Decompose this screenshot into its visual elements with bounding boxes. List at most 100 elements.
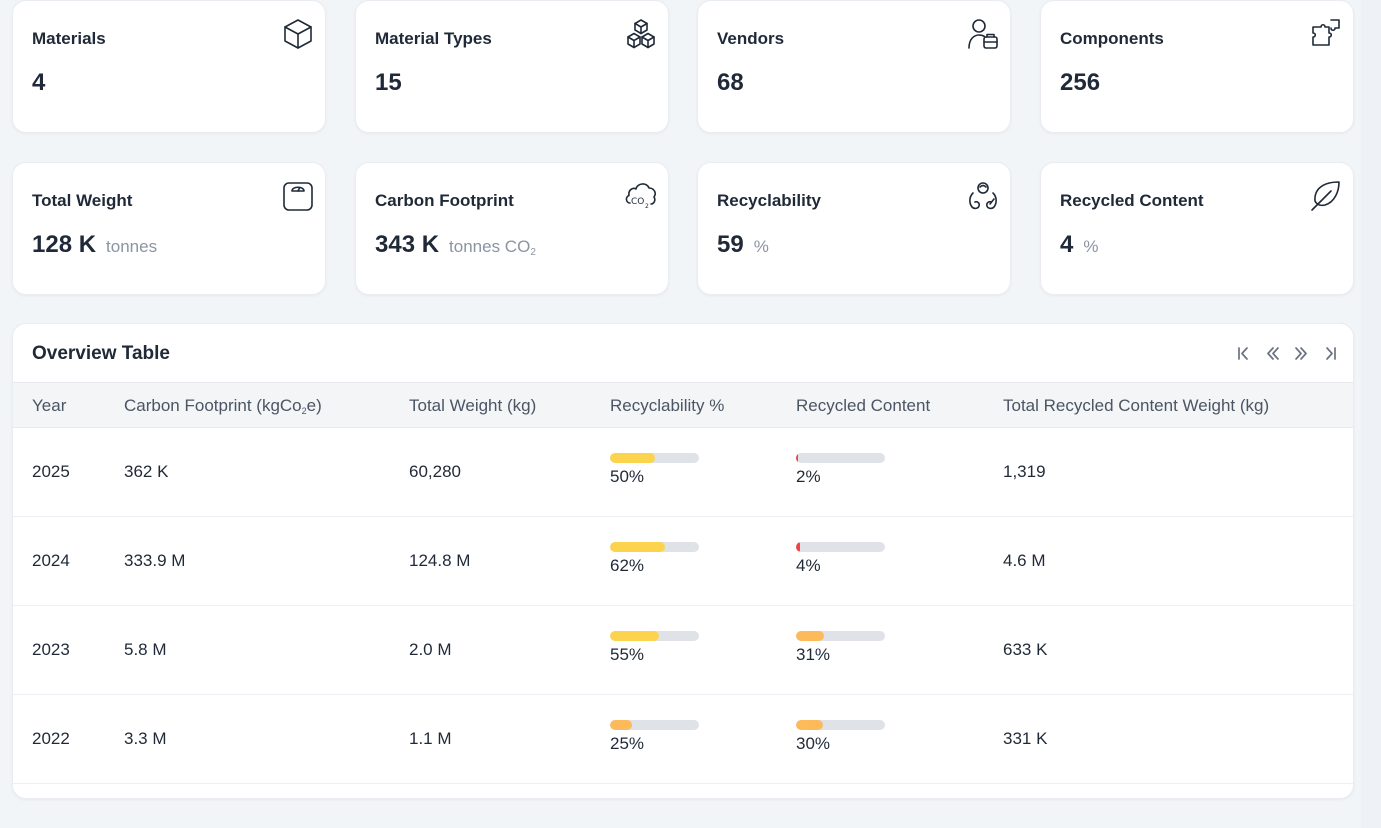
header-recycled-content[interactable]: Recycled Content (796, 396, 930, 416)
stat-value: 4 (1060, 231, 1074, 258)
cell-recycled-content: 31% (796, 631, 885, 665)
table-title: Overview Table (32, 343, 170, 364)
header-recyclability[interactable]: Recyclability % (610, 396, 724, 416)
progress-bar (796, 453, 885, 463)
progress-fill (796, 542, 800, 552)
vendor-icon (966, 17, 1000, 51)
stat-card-materials: Materials 4 (12, 0, 326, 133)
cell-recyclability: 25% (610, 720, 699, 754)
cell-carbon-footprint: 362 K (124, 462, 169, 481)
first-page-icon[interactable] (1233, 343, 1254, 364)
cell-carbon-footprint: 3.3 M (124, 729, 167, 748)
cell-recycled-weight: 633 K (1003, 640, 1048, 659)
progress-bar (610, 542, 699, 552)
cell-recyclability: 62% (610, 542, 699, 576)
cell-recycled-weight: 4.6 M (1003, 551, 1046, 570)
stat-card-vendors: Vendors 68 (697, 0, 1011, 133)
table-header: Year Carbon Footprint (kgCo2e) Total Wei… (13, 382, 1353, 428)
progress-fill (610, 542, 666, 552)
scale-icon (281, 179, 315, 213)
co2-cloud-icon: CO 2 (624, 179, 658, 213)
progress-bar (610, 720, 699, 730)
stat-card-total-weight: Total Weight 128 K tonnes (12, 162, 326, 295)
progress-label: 50% (610, 467, 645, 486)
table-row[interactable]: 2025 362 K 60,280 1,319 50% 2% (13, 428, 1353, 517)
stat-card-components: Components 256 (1040, 0, 1354, 133)
progress-bar (796, 631, 885, 641)
progress-label: 25% (610, 734, 645, 753)
progress-fill (610, 631, 659, 641)
pagination (1233, 343, 1341, 364)
svg-text:CO: CO (631, 197, 644, 207)
stat-value: 68 (717, 69, 744, 96)
stat-unit: % (1083, 237, 1099, 256)
overview-table: Overview Table Year Carbon Footprint (kg… (12, 323, 1354, 799)
stat-unit: % (753, 237, 769, 256)
cell-year: 2022 (32, 729, 70, 748)
header-year[interactable]: Year (32, 396, 66, 416)
recycle-hands-icon (966, 179, 1000, 213)
cell-carbon-footprint: 333.9 M (124, 551, 186, 570)
page-edge (1361, 0, 1381, 828)
stat-value: 15 (375, 69, 402, 96)
stat-value: 4 (32, 69, 46, 96)
svg-text:2: 2 (645, 203, 649, 210)
cell-year: 2023 (32, 640, 70, 659)
stat-card-recycled-content: Recycled Content 4 % (1040, 162, 1354, 295)
cell-recycled-weight: 1,319 (1003, 462, 1046, 481)
cell-carbon-footprint: 5.8 M (124, 640, 167, 659)
stat-unit: tonnes (106, 237, 158, 256)
cell-recycled-content: 2% (796, 453, 885, 487)
cell-total-weight: 2.0 M (409, 640, 452, 659)
cube-icon (281, 17, 315, 51)
stat-unit: tonnes CO2 (449, 237, 536, 258)
stat-value: 128 K (32, 231, 97, 258)
stat-title: Material Types (375, 29, 492, 48)
header-total-weight[interactable]: Total Weight (kg) (409, 396, 536, 416)
stat-title: Total Weight (32, 191, 133, 210)
table-row[interactable]: 2023 5.8 M 2.0 M 633 K 55% 31% (13, 606, 1353, 695)
progress-label: 2% (796, 467, 821, 486)
stat-title: Recycled Content (1060, 191, 1204, 210)
cell-total-weight: 124.8 M (409, 551, 471, 570)
progress-label: 4% (796, 556, 821, 575)
cell-recyclability: 55% (610, 631, 699, 665)
cell-recyclability: 50% (610, 453, 699, 487)
cell-recycled-weight: 331 K (1003, 729, 1048, 748)
last-page-icon[interactable] (1320, 343, 1341, 364)
previous-page-icon[interactable] (1262, 343, 1283, 364)
cubes-icon (624, 17, 658, 51)
cell-year: 2024 (32, 551, 70, 570)
progress-fill (610, 720, 633, 730)
progress-fill (796, 453, 798, 463)
stat-card-material-types: Material Types 15 (355, 0, 669, 133)
next-page-icon[interactable] (1291, 343, 1312, 364)
cell-recycled-content: 4% (796, 542, 885, 576)
header-carbon-footprint[interactable]: Carbon Footprint (kgCo2e) (124, 396, 322, 416)
progress-bar (610, 453, 699, 463)
stat-value: 59 (717, 231, 744, 258)
stat-value: 343 K (375, 231, 440, 258)
stat-title: Carbon Footprint (375, 191, 514, 210)
progress-bar (610, 631, 699, 641)
stat-title: Vendors (717, 29, 785, 48)
table-row[interactable]: 2024 333.9 M 124.8 M 4.6 M 62% 4% (13, 517, 1353, 606)
progress-label: 31% (796, 645, 831, 664)
table-row[interactable]: 2022 3.3 M 1.1 M 331 K 25% 30% (13, 695, 1353, 784)
cell-total-weight: 1.1 M (409, 729, 452, 748)
progress-fill (610, 453, 655, 463)
progress-fill (796, 720, 823, 730)
progress-label: 55% (610, 645, 645, 664)
stat-card-recyclability: Recyclability 59 % (697, 162, 1011, 295)
progress-label: 62% (610, 556, 645, 575)
cell-total-weight: 60,280 (409, 462, 461, 481)
progress-label: 30% (796, 734, 831, 753)
cell-year: 2025 (32, 462, 70, 481)
header-recycled-weight[interactable]: Total Recycled Content Weight (kg) (1003, 396, 1269, 416)
cell-recycled-content: 30% (796, 720, 885, 754)
stat-title: Materials (32, 29, 106, 48)
leaf-icon (1309, 179, 1343, 213)
stat-card-carbon-footprint: Carbon Footprint 343 K tonnes CO2 CO 2 (355, 162, 669, 295)
progress-fill (796, 631, 824, 641)
stat-title: Components (1060, 29, 1164, 48)
